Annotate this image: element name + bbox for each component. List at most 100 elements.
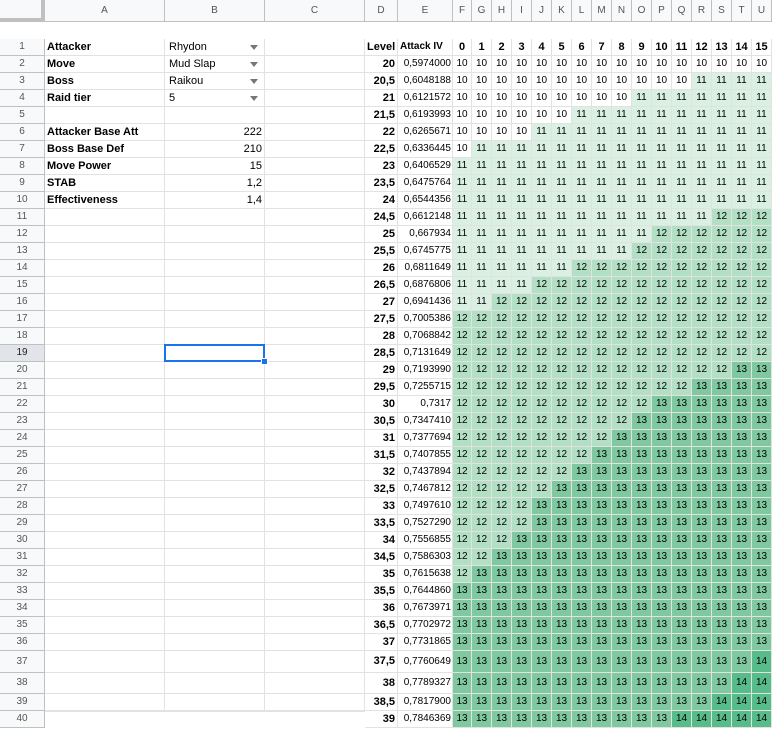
multiplier-cell[interactable]: 0,7731865 [398,634,453,651]
damage-cell[interactable]: 12 [552,447,572,464]
multiplier-cell[interactable]: 0,7068842 [398,328,453,345]
multiplier-cell[interactable]: 0,6336445 [398,141,453,158]
damage-cell[interactable]: 12 [472,396,492,413]
damage-cell[interactable]: 13 [732,566,752,583]
damage-cell[interactable]: 10 [512,107,532,124]
damage-cell[interactable]: 13 [732,447,752,464]
damage-cell[interactable]: 12 [472,379,492,396]
damage-cell[interactable]: 13 [752,583,772,600]
damage-cell[interactable]: 13 [692,447,712,464]
damage-cell[interactable]: 10 [732,56,752,73]
grid-cell[interactable] [265,124,365,141]
grid-cell[interactable] [165,566,265,583]
damage-cell[interactable]: 12 [512,345,532,362]
grid-cell[interactable] [165,694,265,711]
grid-cell[interactable] [265,481,365,498]
damage-cell[interactable]: 13 [672,481,692,498]
damage-cell[interactable]: 13 [552,481,572,498]
damage-cell[interactable]: 13 [472,600,492,617]
damage-cell[interactable]: 12 [632,362,652,379]
level-cell[interactable]: 29 [365,362,398,379]
grid-cell[interactable] [45,673,165,694]
damage-cell[interactable]: 12 [612,413,632,430]
damage-cell[interactable]: 12 [652,294,672,311]
damage-cell[interactable]: 12 [592,362,612,379]
damage-cell[interactable]: 12 [512,311,532,328]
damage-cell[interactable]: 12 [712,243,732,260]
damage-cell[interactable]: 12 [572,311,592,328]
damage-cell[interactable]: 11 [512,226,532,243]
damage-cell[interactable]: 13 [692,617,712,634]
damage-cell[interactable]: 12 [552,294,572,311]
level-cell[interactable]: 23,5 [365,175,398,192]
damage-cell[interactable]: 13 [672,515,692,532]
damage-cell[interactable]: 13 [453,583,472,600]
damage-cell[interactable]: 11 [492,158,512,175]
damage-cell[interactable]: 13 [453,600,472,617]
damage-cell[interactable]: 11 [572,107,592,124]
damage-cell[interactable]: 12 [492,362,512,379]
damage-cell[interactable]: 11 [453,175,472,192]
damage-cell[interactable]: 12 [472,549,492,566]
damage-cell[interactable]: 13 [732,651,752,673]
damage-cell[interactable]: 13 [632,515,652,532]
row-header-3[interactable]: 3 [0,73,45,90]
damage-cell[interactable]: 11 [632,124,652,141]
damage-cell[interactable]: 13 [692,549,712,566]
damage-cell[interactable]: 11 [592,192,612,209]
damage-cell[interactable]: 14 [692,711,712,728]
damage-cell[interactable]: 12 [672,345,692,362]
damage-cell[interactable]: 13 [752,498,772,515]
damage-cell[interactable]: 11 [532,209,552,226]
damage-cell[interactable]: 13 [652,549,672,566]
damage-cell[interactable]: 11 [632,158,652,175]
damage-cell[interactable]: 12 [612,277,632,294]
damage-cell[interactable]: 13 [572,566,592,583]
damage-cell[interactable]: 12 [552,311,572,328]
damage-cell[interactable]: 10 [672,73,692,90]
damage-cell[interactable]: 13 [712,549,732,566]
damage-cell[interactable]: 11 [732,175,752,192]
damage-cell[interactable]: 10 [532,73,552,90]
damage-cell[interactable]: 13 [612,711,632,728]
column-header-h[interactable]: H [492,0,512,22]
grid-cell[interactable] [165,277,265,294]
damage-cell[interactable]: 12 [572,260,592,277]
damage-cell[interactable]: 10 [453,141,472,158]
param-value[interactable]: 222 [165,124,265,141]
multiplier-cell[interactable]: 0,6121572 [398,90,453,107]
damage-cell[interactable]: 13 [652,651,672,673]
damage-cell[interactable]: 12 [572,430,592,447]
damage-cell[interactable]: 12 [532,481,552,498]
damage-cell[interactable]: 12 [712,209,732,226]
damage-cell[interactable]: 11 [632,192,652,209]
grid-cell[interactable] [165,617,265,634]
damage-cell[interactable]: 10 [612,90,632,107]
damage-cell[interactable]: 13 [692,481,712,498]
row-header-39[interactable]: 39 [0,694,45,711]
damage-cell[interactable]: 12 [552,277,572,294]
param-dropdown[interactable]: Raikou [165,73,265,90]
damage-cell[interactable]: 13 [752,430,772,447]
damage-cell[interactable]: 12 [512,447,532,464]
row-header-26[interactable]: 26 [0,464,45,481]
damage-cell[interactable]: 11 [672,158,692,175]
level-cell[interactable]: 31,5 [365,447,398,464]
grid-cell[interactable] [265,464,365,481]
grid-cell[interactable] [265,294,365,311]
damage-cell[interactable]: 13 [632,673,652,694]
damage-cell[interactable]: 13 [752,362,772,379]
damage-cell[interactable]: 12 [672,328,692,345]
damage-cell[interactable]: 12 [453,464,472,481]
damage-cell[interactable]: 12 [512,464,532,481]
damage-cell[interactable]: 13 [612,464,632,481]
damage-cell[interactable]: 10 [552,73,572,90]
multiplier-cell[interactable]: 0,7760649 [398,651,453,673]
grid-cell[interactable] [165,328,265,345]
damage-cell[interactable]: 12 [492,498,512,515]
row-header-2[interactable]: 2 [0,56,45,73]
damage-cell[interactable]: 12 [592,396,612,413]
damage-cell[interactable]: 13 [652,617,672,634]
damage-cell[interactable]: 13 [572,673,592,694]
damage-cell[interactable]: 13 [612,583,632,600]
